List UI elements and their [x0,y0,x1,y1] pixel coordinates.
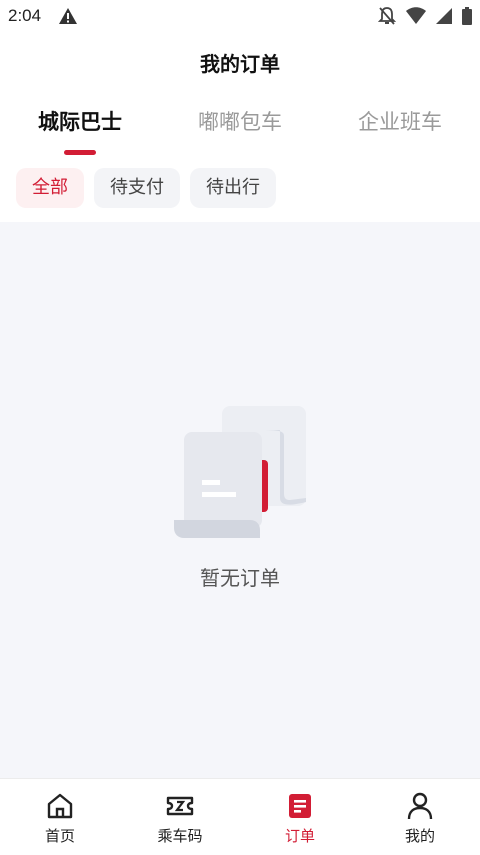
nav-profile-label: 我的 [404,827,435,845]
empty-document-icon [174,406,306,538]
nav-ride-code[interactable]: 乘车码 [120,791,240,846]
bottom-navigation: 首页 乘车码 订单 我的 [0,778,480,855]
filter-pending-payment-chip[interactable]: 待支付 [94,168,180,208]
status-bar: 2:04 [0,0,480,34]
order-icon [289,794,311,818]
tab-charter-car[interactable]: 嘟嘟包车 [198,106,282,136]
wifi-icon [406,7,426,24]
notifications-off-icon [378,7,396,25]
empty-state-message: 暂无订单 [200,566,280,590]
nav-ride-code-label: 乘车码 [157,827,203,845]
page-title: 我的订单 [200,52,280,76]
nav-orders[interactable]: 订单 [240,791,360,846]
order-list-area: 暂无订单 [0,222,480,778]
status-filter-row: 全部 待支付 待出行 [16,168,276,208]
tab-intercity-bus[interactable]: 城际巴士 [38,106,122,136]
filter-all-chip[interactable]: 全部 [16,168,84,208]
nav-orders-label: 订单 [284,827,315,845]
profile-icon [407,792,433,820]
filter-pending-trip-chip[interactable]: 待出行 [190,168,276,208]
nav-home-label: 首页 [44,827,75,845]
battery-icon [462,7,472,25]
ticket-icon [166,796,194,816]
nav-profile[interactable]: 我的 [360,791,480,846]
status-icons [378,6,472,26]
home-icon [47,793,73,819]
signal-icon [436,8,452,24]
order-type-tabs: 城际巴士 嘟嘟包车 企业班车 [0,106,480,156]
alert-icon [59,8,77,24]
nav-home[interactable]: 首页 [0,791,120,846]
active-tab-indicator [64,150,96,155]
tab-enterprise-shuttle[interactable]: 企业班车 [358,106,442,136]
status-time: 2:04 [8,6,42,25]
